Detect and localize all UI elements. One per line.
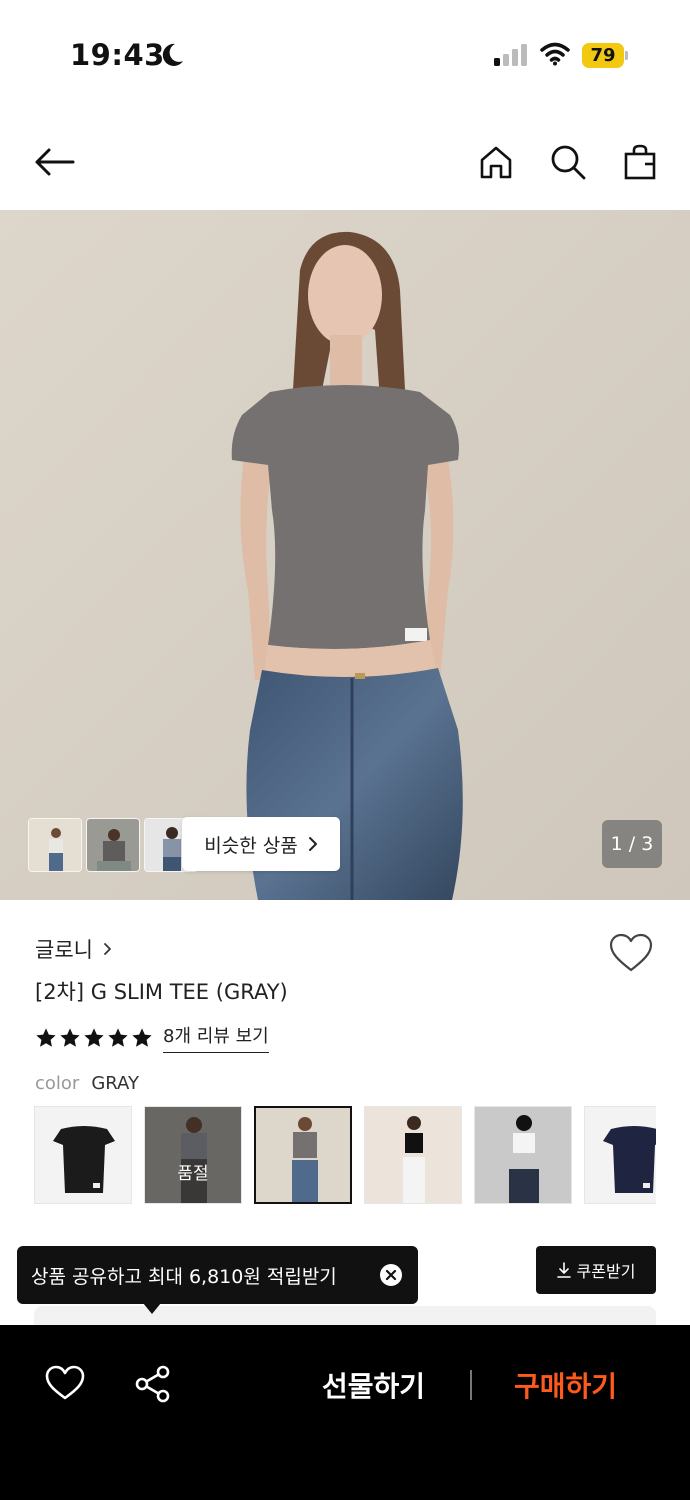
star-icon bbox=[36, 1027, 56, 1047]
nav-header bbox=[0, 110, 690, 210]
rating-row: 8개 리뷰 보기 bbox=[35, 1022, 269, 1053]
swatch-black[interactable] bbox=[34, 1106, 132, 1204]
review-link[interactable]: 8개 리뷰 보기 bbox=[163, 1022, 269, 1053]
chevron-right-icon bbox=[104, 943, 111, 955]
coupon-button[interactable]: 쿠폰받기 bbox=[536, 1246, 656, 1294]
swatch-gray-selected[interactable] bbox=[254, 1106, 352, 1204]
soldout-label: 품절 bbox=[177, 1164, 209, 1184]
status-time: 19:43 bbox=[70, 38, 165, 72]
star-icon bbox=[84, 1027, 104, 1047]
tooltip-pointer bbox=[143, 1303, 161, 1314]
download-icon bbox=[556, 1262, 571, 1278]
coupon-label: 쿠폰받기 bbox=[576, 1262, 636, 1281]
share-tooltip-text: 상품 공유하고 최대 6,810원 적립받기 bbox=[31, 1265, 337, 1288]
back-button[interactable] bbox=[32, 140, 76, 184]
battery-indicator: 79 bbox=[582, 43, 628, 68]
color-value: GRAY bbox=[91, 1073, 139, 1094]
swatch-image bbox=[145, 1107, 241, 1203]
home-icon bbox=[480, 146, 512, 179]
star-icon bbox=[132, 1027, 152, 1047]
share-icon bbox=[135, 1365, 170, 1403]
wifi-icon bbox=[540, 42, 570, 66]
star-icon bbox=[108, 1027, 128, 1047]
shopping-bag-icon bbox=[624, 144, 656, 180]
chevron-right-icon bbox=[308, 837, 317, 851]
gift-button[interactable]: 선물하기 bbox=[322, 1365, 425, 1405]
swatch-image bbox=[585, 1107, 656, 1203]
swatch-navy[interactable] bbox=[584, 1106, 656, 1204]
similar-products-label: 비슷한 상품 bbox=[204, 834, 298, 857]
thumbnail-2[interactable] bbox=[86, 818, 140, 872]
status-bar: 19:43 79 bbox=[0, 0, 690, 110]
thumbnail-image bbox=[87, 819, 139, 871]
swatch-image bbox=[475, 1107, 571, 1203]
image-thumbnails bbox=[28, 818, 198, 872]
cellular-signal-icon bbox=[494, 44, 527, 66]
battery-level: 79 bbox=[590, 45, 616, 66]
thumbnail-1[interactable] bbox=[28, 818, 82, 872]
bottom-wishlist-button[interactable] bbox=[45, 1365, 85, 1405]
similar-products-button[interactable]: 비슷한 상품 bbox=[182, 817, 340, 871]
swatch-image bbox=[256, 1108, 350, 1202]
star-icon bbox=[60, 1027, 80, 1047]
color-row: color GRAY bbox=[35, 1073, 139, 1094]
close-icon[interactable] bbox=[380, 1264, 402, 1286]
cart-button[interactable] bbox=[618, 140, 662, 184]
swatch-image bbox=[35, 1107, 131, 1203]
swatch-black-tank[interactable] bbox=[364, 1106, 462, 1204]
image-page-counter: 1 / 3 bbox=[602, 820, 662, 868]
heart-icon bbox=[609, 933, 653, 972]
buy-button[interactable]: 구매하기 bbox=[514, 1365, 617, 1405]
swatch-gray-blue-soldout[interactable]: 품절 bbox=[144, 1106, 242, 1204]
home-button[interactable] bbox=[474, 140, 518, 184]
model-photo bbox=[0, 210, 690, 900]
search-button[interactable] bbox=[546, 140, 590, 184]
wishlist-button[interactable] bbox=[608, 932, 656, 976]
share-reward-tooltip: 상품 공유하고 최대 6,810원 적립받기 bbox=[17, 1246, 418, 1304]
color-label: color bbox=[35, 1073, 80, 1094]
swatch-image bbox=[365, 1107, 461, 1203]
swatch-white[interactable] bbox=[474, 1106, 572, 1204]
color-swatches: 품절 bbox=[34, 1106, 656, 1206]
product-hero-image[interactable]: 비슷한 상품 1 / 3 bbox=[0, 210, 690, 900]
heart-icon bbox=[45, 1365, 85, 1400]
back-arrow-icon bbox=[35, 148, 75, 176]
bottom-bar-divider bbox=[470, 1370, 472, 1400]
search-icon bbox=[551, 145, 586, 180]
brand-name: 글로니 bbox=[35, 938, 93, 962]
product-title: [2차] G SLIM TEE (GRAY) bbox=[35, 980, 288, 1004]
moon-icon bbox=[162, 43, 183, 66]
thumbnail-image bbox=[29, 819, 81, 871]
share-button[interactable] bbox=[134, 1365, 174, 1405]
bottom-action-bar: 선물하기 구매하기 bbox=[0, 1325, 690, 1500]
battery-tip bbox=[625, 51, 628, 60]
rating-stars bbox=[35, 1027, 153, 1049]
brand-link[interactable]: 글로니 bbox=[35, 934, 112, 964]
